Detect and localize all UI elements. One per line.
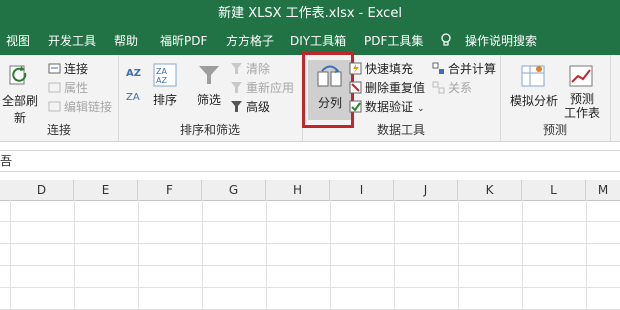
consolidate-icon (432, 62, 445, 75)
filter-button[interactable]: 筛选 (192, 63, 226, 108)
tab-help[interactable]: 帮助 (114, 28, 138, 55)
forecast-sheet-button[interactable]: 预测 工作表 (560, 63, 604, 120)
formula-bar-text: 吾 (0, 154, 13, 168)
group-forecast: 模拟分析 预测 工作表 预测 (500, 55, 611, 141)
forecast-sheet-icon (569, 63, 595, 89)
svg-text:ZA: ZA (156, 67, 167, 76)
tab-diy-toolbox[interactable]: DIY工具箱 (290, 28, 346, 55)
reapply-icon (230, 81, 243, 94)
refresh-icon (7, 63, 33, 89)
tab-foxit-pdf[interactable]: 福昕PDF (160, 28, 207, 55)
group-label-connections: 连接 (46, 123, 71, 137)
tab-pdf-tools[interactable]: PDF工具集 (364, 28, 423, 55)
grid-line (74, 200, 75, 309)
group-label-sort-filter: 排序和筛选 (179, 123, 240, 137)
formula-bar[interactable]: 吾 (0, 150, 620, 172)
remove-duplicates-icon (349, 81, 362, 94)
group-connections: 全部刷新 连接 属性 编辑链接 连接 (0, 55, 119, 141)
what-if-icon (521, 63, 547, 89)
advanced-filter-icon (230, 100, 243, 113)
lightbulb-icon[interactable] (440, 28, 452, 55)
data-validation-icon (349, 100, 362, 113)
sheet-row[interactable] (0, 222, 620, 244)
sort-za-icon[interactable]: ZA (126, 89, 142, 107)
clear-filter-button[interactable]: 清除 (230, 60, 270, 78)
flash-fill-button[interactable]: 快速填充 (349, 60, 413, 78)
relationships-button[interactable]: 关系 (432, 79, 472, 97)
grid-line (586, 200, 587, 309)
column-header-f[interactable]: F (138, 180, 202, 201)
column-header-g[interactable]: G (202, 180, 266, 201)
title-bar: 新建 XLSX 工作表.xlsx - Excel (0, 0, 620, 28)
tab-view[interactable]: 视图 (6, 28, 30, 55)
column-header-e[interactable]: E (74, 180, 138, 201)
sheet-row[interactable] (0, 288, 620, 310)
sheet-row[interactable] (0, 200, 620, 222)
column-header-l[interactable]: L (522, 180, 586, 201)
sort-icon: ZA AZ (153, 63, 177, 87)
grid-line (458, 200, 459, 309)
properties-button[interactable]: 属性 (48, 79, 88, 97)
svg-text:AZ: AZ (126, 68, 141, 79)
column-header-k[interactable]: K (458, 180, 522, 201)
chevron-down-icon[interactable]: ⌄ (417, 104, 425, 114)
consolidate-button[interactable]: 合并计算 (432, 60, 496, 78)
relationships-icon (432, 81, 445, 94)
flash-fill-icon (349, 62, 362, 75)
grid-line (522, 200, 523, 309)
window-title: 新建 XLSX 工作表.xlsx - Excel (218, 6, 402, 21)
connections-button[interactable]: 连接 (48, 60, 88, 78)
sort-az-icon[interactable]: AZ (126, 65, 142, 83)
group-label-forecast: 预测 (542, 123, 567, 137)
column-header-i[interactable]: I (330, 180, 394, 201)
what-if-analysis-button[interactable]: 模拟分析 (508, 63, 560, 109)
grid-line (394, 200, 395, 309)
sort-button[interactable]: ZA AZ 排序 (148, 63, 182, 108)
sheet-row[interactable] (0, 266, 620, 288)
group-sort-filter: AZ ZA ZA AZ 排序 筛选 清除 重新应用 高级 排序和筛选 (118, 55, 303, 141)
tell-me-search[interactable]: 操作说明搜索 (465, 28, 537, 55)
column-header-h[interactable]: H (266, 180, 330, 201)
tab-developer[interactable]: 开发工具 (48, 28, 96, 55)
worksheet-grid[interactable]: D E F G H I J K L M (0, 180, 620, 310)
connections-icon (48, 62, 61, 75)
column-header-m[interactable]: M (586, 180, 620, 201)
properties-icon (48, 81, 61, 94)
grid-line (138, 200, 139, 309)
ribbon-tab-bar: 视图 开发工具 帮助 福昕PDF 方方格子 DIY工具箱 PDF工具集 操作说明… (0, 28, 620, 55)
svg-text:AZ: AZ (156, 76, 167, 85)
clear-filter-icon (230, 62, 243, 75)
data-validation-button[interactable]: 数据验证 ⌄ (349, 98, 425, 116)
grid-line (202, 200, 203, 309)
reapply-button[interactable]: 重新应用 (230, 79, 294, 97)
refresh-all-button[interactable]: 全部刷新 (0, 63, 40, 126)
grid-line (266, 200, 267, 309)
remove-duplicates-button[interactable]: 删除重复值 (349, 79, 425, 97)
grid-line (10, 200, 11, 309)
edit-links-button[interactable]: 编辑链接 (48, 98, 112, 116)
grid-line (330, 200, 331, 309)
highlight-box (302, 52, 354, 128)
svg-text:ZA: ZA (126, 92, 140, 103)
column-header-d[interactable]: D (10, 180, 74, 201)
edit-links-icon (48, 100, 61, 113)
advanced-filter-button[interactable]: 高级 (230, 98, 270, 116)
tab-fangfang[interactable]: 方方格子 (226, 28, 274, 55)
column-header-j[interactable]: J (394, 180, 458, 201)
filter-icon (197, 63, 221, 87)
sheet-row[interactable] (0, 244, 620, 266)
